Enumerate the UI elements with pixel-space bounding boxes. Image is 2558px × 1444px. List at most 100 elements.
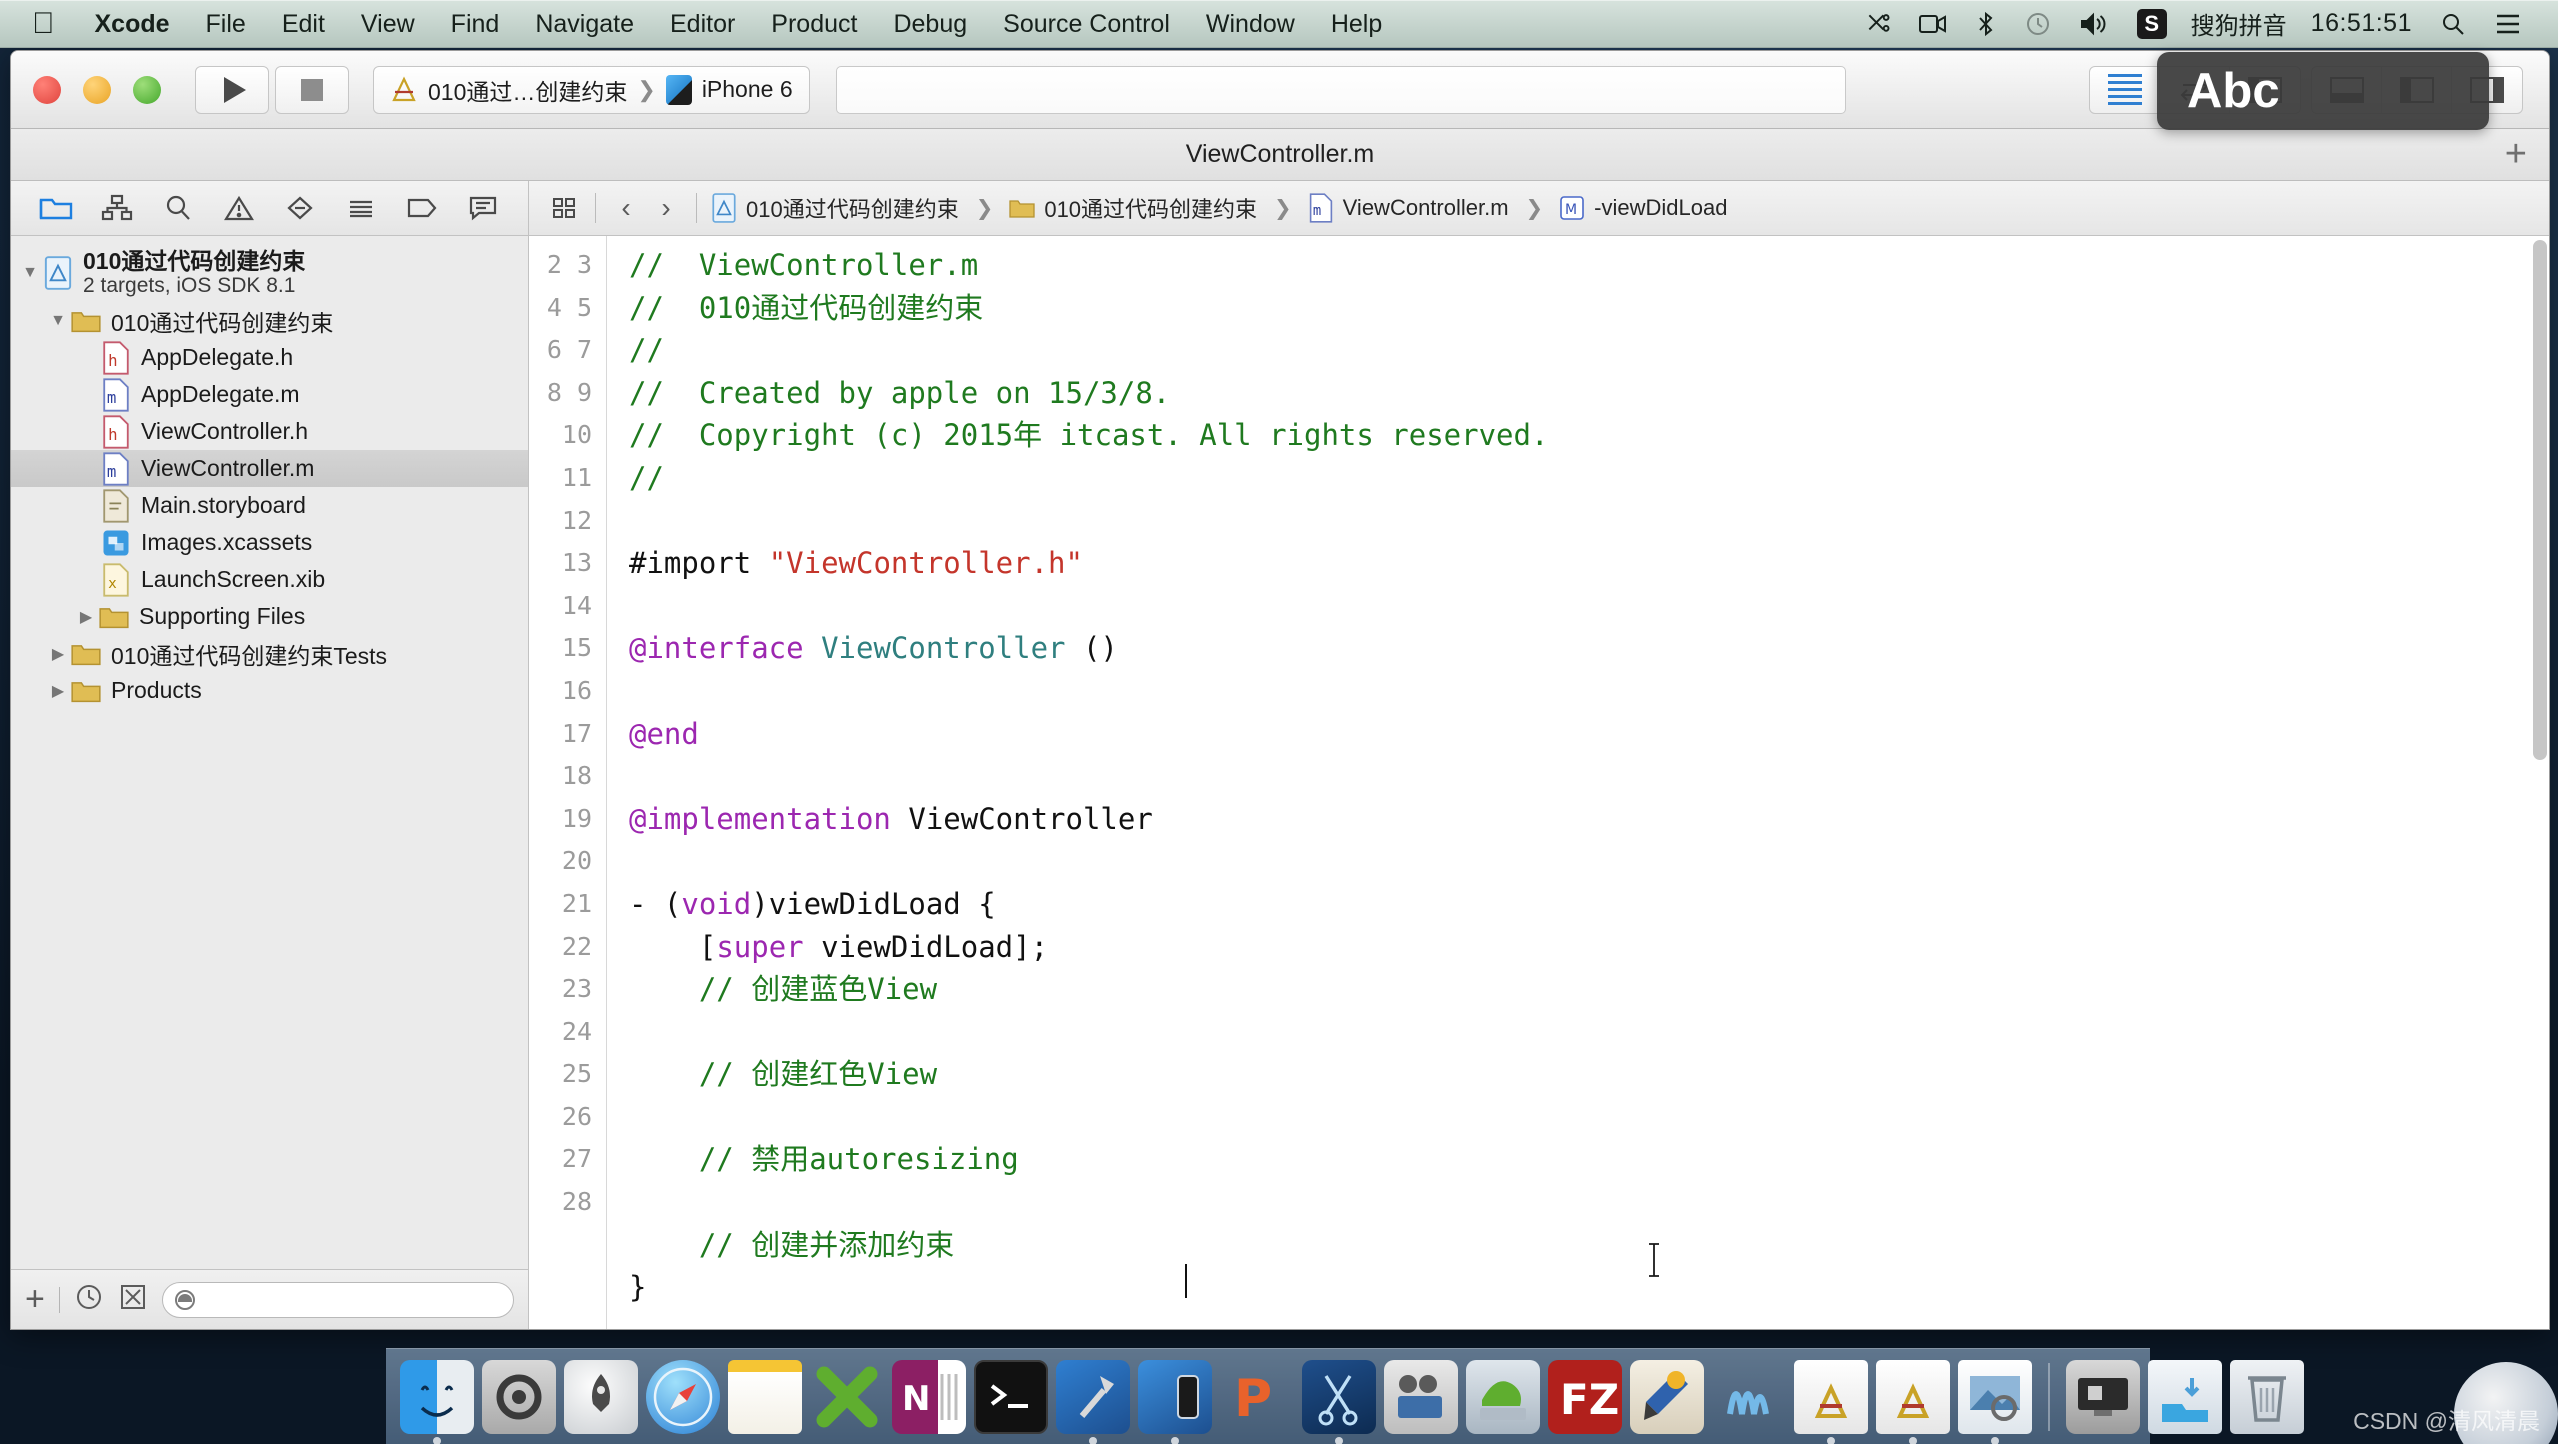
disclosure-triangle[interactable] [17, 264, 43, 282]
test-navigator-tab[interactable] [278, 188, 322, 228]
menu-item-navigate[interactable]: Navigate [517, 7, 652, 41]
dock-item-paintbrush[interactable] [1630, 1359, 1704, 1434]
project-navigator-tab[interactable] [34, 188, 78, 228]
tree-row-file[interactable]: h ViewController.h [11, 413, 528, 450]
dock-item-microsoft-powerpoint[interactable]: P [1220, 1360, 1294, 1434]
menu-item-window[interactable]: Window [1188, 7, 1313, 41]
tree-row-file[interactable]: m AppDelegate.m [11, 376, 528, 413]
tree-row-group[interactable]: 010通过代码创建约束 [11, 302, 528, 339]
breadcrumb-file[interactable]: m ViewController.m ❯ [1304, 193, 1556, 223]
svg-text:h: h [108, 350, 117, 369]
dock-item-quicktime-player[interactable] [1384, 1359, 1458, 1434]
apple-logo-icon[interactable]:  [20, 7, 77, 41]
forward-button[interactable]: › [646, 192, 686, 224]
tree-row-file-selected[interactable]: m ViewController.m [11, 450, 528, 487]
debug-navigator-tab[interactable] [339, 188, 383, 228]
disclosure-triangle[interactable] [45, 644, 71, 664]
related-items-button[interactable] [545, 196, 585, 220]
dock-item-launchpad[interactable] [564, 1359, 638, 1434]
stop-button[interactable] [275, 65, 349, 114]
tree-row-project[interactable]: 010通过代码创建约束 2 targets, iOS SDK 8.1 [11, 244, 528, 302]
disclosure-triangle[interactable] [73, 607, 99, 627]
dock-item-microsoft-excel[interactable] [810, 1360, 884, 1434]
menu-item-help[interactable]: Help [1313, 7, 1400, 41]
volume-icon[interactable] [2065, 11, 2123, 37]
menu-item-find[interactable]: Find [433, 7, 518, 41]
dock-item-trash[interactable] [2230, 1359, 2304, 1434]
issue-navigator-tab[interactable] [217, 188, 261, 228]
menu-bar-clock[interactable]: 16:51:51 [2297, 9, 2426, 38]
menu-item-product[interactable]: Product [753, 7, 875, 41]
scissors-icon[interactable] [1851, 11, 1905, 37]
menu-item-file[interactable]: File [188, 7, 264, 41]
time-machine-icon[interactable] [2011, 11, 2065, 37]
dock-item-finder[interactable] [400, 1359, 474, 1444]
report-navigator-tab[interactable] [461, 188, 505, 228]
menu-item-debug[interactable]: Debug [875, 7, 985, 41]
disclosure-triangle[interactable] [45, 312, 71, 330]
dock-item-xcode-docs-2[interactable] [1876, 1359, 1950, 1444]
standard-editor-button[interactable] [2090, 66, 2160, 113]
recent-files-filter-button[interactable] [74, 1282, 104, 1317]
dock-item-filezilla[interactable]: FZ [1548, 1359, 1622, 1434]
code-editor[interactable]: 2 3 4 5 6 7 8 9 10 11 12 13 14 15 16 17 … [529, 236, 2549, 1329]
add-editor-button[interactable]: + [2505, 133, 2527, 176]
breakpoint-navigator-tab[interactable] [400, 188, 444, 228]
close-window-button[interactable] [33, 75, 61, 104]
filter-text-field[interactable] [196, 1288, 513, 1311]
dock-item-thunder-download[interactable] [1466, 1359, 1540, 1434]
dock-item-notes[interactable] [728, 1359, 802, 1434]
zoom-window-button[interactable] [133, 75, 161, 104]
tree-row-file[interactable]: x LaunchScreen.xib [11, 561, 528, 598]
input-method-label[interactable]: 搜狗拼音 [2181, 6, 2297, 41]
dock-item-simulator[interactable] [1138, 1359, 1212, 1444]
dock-item-xcode-docs-1[interactable] [1794, 1359, 1868, 1444]
diamond-minus-icon [287, 196, 313, 220]
menu-item-editor[interactable]: Editor [652, 7, 753, 41]
tree-row-group[interactable]: 010通过代码创建约束Tests [11, 635, 528, 672]
back-button[interactable]: ‹ [606, 192, 646, 224]
vertical-scrollbar[interactable] [2533, 240, 2547, 760]
menu-item-edit[interactable]: Edit [264, 7, 343, 41]
dock-item-snipaste[interactable] [1302, 1359, 1376, 1444]
tree-row-file[interactable]: h AppDelegate.h [11, 339, 528, 376]
screen-record-icon[interactable] [1905, 13, 1961, 35]
source-code-text[interactable]: // ViewController.m // 010通过代码创建约束 // //… [607, 236, 2549, 1329]
breadcrumb-project[interactable]: 010通过代码创建约束 ❯ [707, 192, 1005, 224]
tree-row-group[interactable]: Supporting Files [11, 598, 528, 635]
dock-item-microsoft-onenote[interactable]: N [892, 1359, 966, 1434]
run-button[interactable] [195, 65, 269, 114]
source-control-filter-button[interactable] [118, 1282, 148, 1317]
breadcrumb-group[interactable]: 010通过代码创建约束 ❯ [1005, 192, 1303, 224]
tree-row-group[interactable]: Products [11, 672, 528, 709]
scheme-selector[interactable]: 010通过…创建约束 ❯ iPhone 6 [373, 65, 810, 114]
search-icon[interactable] [2426, 11, 2480, 37]
navigator-panel: 010通过代码创建约束 2 targets, iOS SDK 8.1 010通过… [11, 181, 529, 1329]
input-method-badge[interactable]: S [2123, 8, 2181, 39]
dock-item-terminal[interactable] [974, 1359, 1048, 1434]
symbol-navigator-tab[interactable] [95, 188, 139, 228]
menu-item-xcode[interactable]: Xcode [77, 7, 188, 41]
dock-item-xcode[interactable] [1056, 1359, 1130, 1444]
dock-item-wave-editor[interactable] [1712, 1360, 1786, 1434]
dock-item-downloads-stack[interactable] [2148, 1359, 2222, 1434]
notification-center-icon[interactable] [2480, 12, 2536, 36]
dock-item-safari[interactable] [646, 1359, 720, 1434]
filter-input[interactable] [161, 1281, 514, 1318]
thunder-icon [1480, 1380, 1526, 1420]
dock-item-preview[interactable] [1958, 1359, 2032, 1444]
chevron-right-icon: ❯ [1274, 196, 1292, 220]
project-navigator-tree[interactable]: 010通过代码创建约束 2 targets, iOS SDK 8.1 010通过… [11, 236, 528, 1269]
tree-row-file[interactable]: Images.xcassets [11, 524, 528, 561]
minimize-window-button[interactable] [83, 75, 111, 104]
menu-item-view[interactable]: View [343, 7, 433, 41]
dock-item-system-preferences[interactable] [482, 1359, 556, 1434]
add-file-button[interactable]: + [25, 1280, 45, 1319]
breadcrumb-method[interactable]: M -viewDidLoad [1555, 193, 1731, 223]
disclosure-triangle[interactable] [45, 681, 71, 701]
tree-row-file[interactable]: Main.storyboard [11, 487, 528, 524]
find-navigator-tab[interactable] [156, 188, 200, 228]
bluetooth-icon[interactable] [1961, 11, 2011, 37]
dock-item-screen-sharing[interactable] [2066, 1359, 2140, 1434]
menu-item-source-control[interactable]: Source Control [985, 7, 1188, 41]
